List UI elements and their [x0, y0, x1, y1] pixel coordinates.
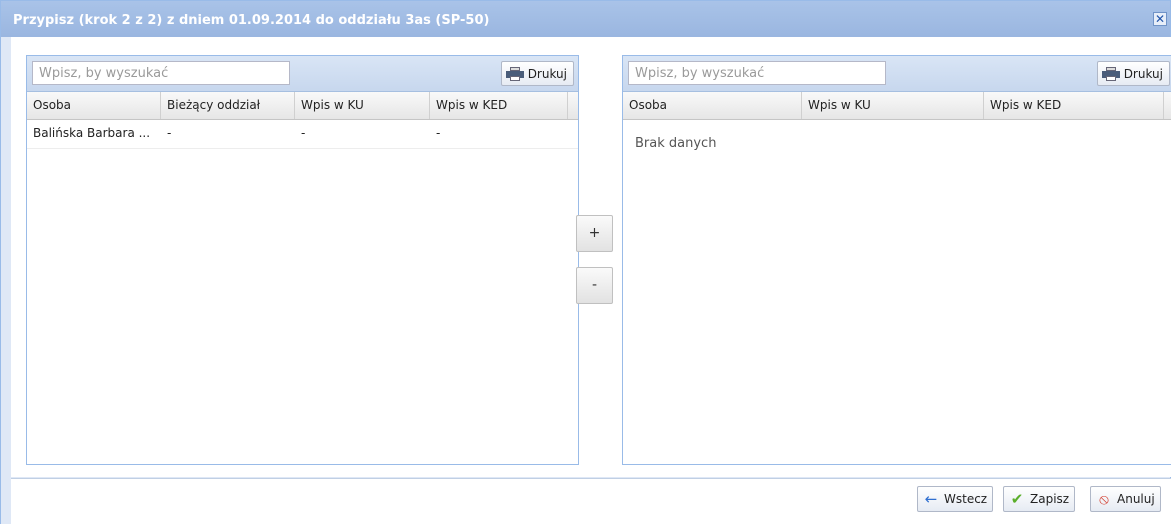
column-header-wpis-ku[interactable]: Wpis w KU [802, 92, 984, 119]
empty-grid-message: Brak danych [635, 136, 717, 151]
cell-wpis-ku: - [301, 126, 306, 140]
checkmark-icon: ✔ [1010, 490, 1024, 508]
add-button[interactable]: + [576, 215, 613, 252]
dialog-footer: ← Wstecz ✔ Zapisz ⦸ Anuluj [11, 478, 1171, 525]
printer-icon [1101, 66, 1120, 81]
right-grid-header: Osoba Wpis w KU Wpis w KED [623, 92, 1171, 120]
close-icon[interactable]: ✕ [1153, 12, 1167, 26]
dialog-title: Przypisz (krok 2 z 2) z dniem 01.09.2014… [13, 13, 490, 28]
column-header-wpis-ku[interactable]: Wpis w KU [295, 92, 430, 119]
table-row[interactable]: Balińska Barbara ... - - - [27, 120, 578, 149]
dialog-body: Drukuj Osoba Bieżący oddział Wpis w KU W… [11, 37, 1171, 477]
window-frame-strip [1, 37, 11, 524]
remove-button[interactable]: - [576, 267, 613, 304]
right-search-input[interactable] [628, 61, 886, 85]
available-students-panel: Drukuj Osoba Bieżący oddział Wpis w KU W… [26, 55, 579, 465]
print-button-label: Drukuj [527, 66, 567, 81]
cancel-button-label: Anuluj [1117, 492, 1155, 506]
print-button-label: Drukuj [1123, 66, 1163, 81]
arrow-left-icon: ← [924, 490, 938, 508]
assign-dialog: Przypisz (krok 2 z 2) z dniem 01.09.2014… [0, 0, 1171, 525]
save-button-label: Zapisz [1030, 492, 1070, 506]
printer-icon [505, 66, 524, 81]
column-header-osoba[interactable]: Osoba [623, 92, 802, 119]
column-header-osoba[interactable]: Osoba [27, 92, 161, 119]
column-header-biezacy-oddzial[interactable]: Bieżący oddział [161, 92, 295, 119]
column-header-wpis-ked[interactable]: Wpis w KED [984, 92, 1164, 119]
cancel-icon: ⦸ [1099, 490, 1109, 508]
save-button[interactable]: ✔ Zapisz [1003, 486, 1076, 512]
back-button-label: Wstecz [944, 492, 988, 506]
right-print-button[interactable]: Drukuj [1096, 61, 1170, 86]
left-grid-header: Osoba Bieżący oddział Wpis w KU Wpis w K… [27, 92, 578, 120]
cell-wpis-ked: - [436, 126, 441, 140]
assigned-students-panel: Drukuj Osoba Wpis w KU Wpis w KED Brak d… [622, 55, 1171, 465]
left-search-input[interactable] [32, 61, 290, 85]
back-button[interactable]: ← Wstecz [917, 486, 994, 512]
cell-biezacy-oddzial: - [167, 126, 172, 140]
right-toolbar: Drukuj [623, 56, 1171, 92]
left-print-button[interactable]: Drukuj [500, 61, 574, 86]
column-header-wpis-ked[interactable]: Wpis w KED [430, 92, 568, 119]
cancel-button[interactable]: ⦸ Anuluj [1090, 486, 1161, 512]
cell-osoba: Balińska Barbara ... [33, 126, 151, 140]
left-toolbar: Drukuj [27, 56, 578, 92]
